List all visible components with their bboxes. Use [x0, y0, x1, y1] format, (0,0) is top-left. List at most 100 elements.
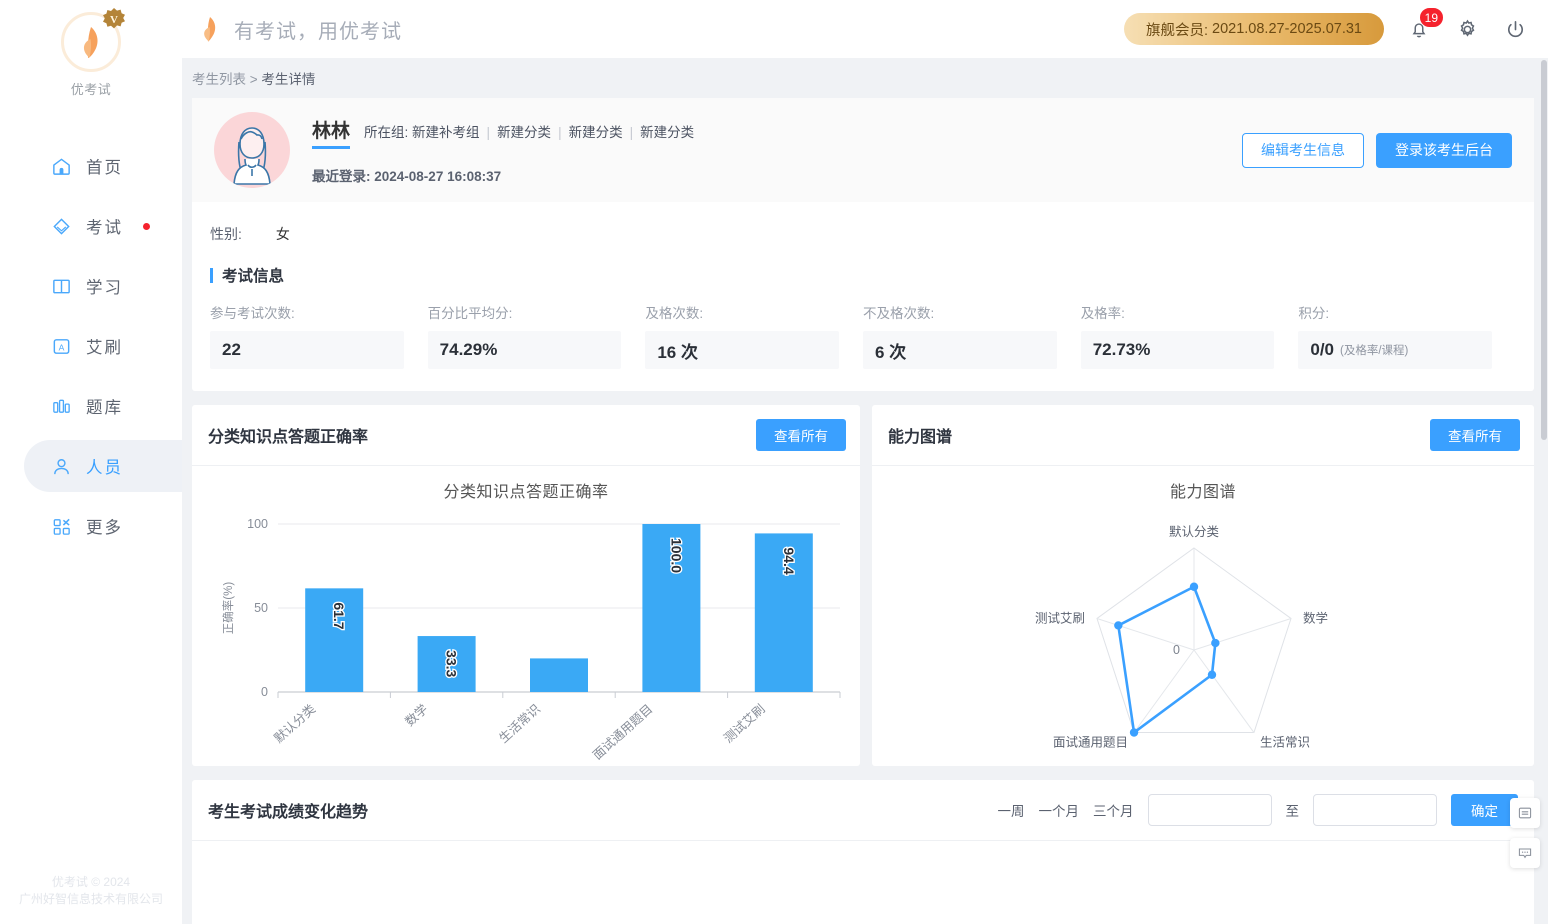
group-3: 新建分类: [640, 124, 695, 140]
end-date-input[interactable]: [1313, 794, 1437, 826]
stat-value: 0/0: [1310, 340, 1334, 359]
scrollbar-thumb[interactable]: [1541, 60, 1547, 440]
stat-label: 积分:: [1298, 306, 1330, 321]
group-sep: |: [629, 124, 634, 140]
sidebar-item-home[interactable]: 首页: [0, 140, 182, 192]
stat-item: 不及格次数: 6 次: [863, 302, 1081, 369]
last-login-row: 最近登录: 2024-08-27 16:08:37: [312, 165, 694, 185]
logo-name: 优考试: [70, 82, 112, 97]
sidebar-item-label: 人员: [86, 459, 123, 477]
letter-a-icon: A: [50, 335, 72, 357]
stat-item: 百分比平均分: 74.29%: [427, 302, 646, 369]
start-date-input[interactable]: [1147, 794, 1272, 826]
breadcrumb-parent[interactable]: 考生列表: [192, 72, 246, 87]
top-right-tools: 旗舰会员: 2021.08.27-2025.07.31 19: [1123, 7, 1528, 45]
stat-item: 积分: 0/0 (及格率/课程): [1298, 302, 1516, 369]
chat-bubble-icon[interactable]: [1510, 838, 1540, 868]
gender-row: 性别: 女: [192, 202, 1534, 264]
svg-text:数学: 数学: [1303, 610, 1328, 625]
stat-value: 16 次: [657, 342, 698, 362]
app-logo[interactable]: V 优考试: [61, 8, 125, 98]
svg-text:默认分类: 默认分类: [271, 701, 319, 746]
breadcrumb: 考生列表 > 考生详情: [182, 58, 1548, 98]
trend-header: 考生考试成绩变化趋势 一周 一个月 三个月 至 确定: [192, 780, 1534, 841]
group-sep: |: [486, 124, 491, 140]
vip-membership-badge[interactable]: 旗舰会员: 2021.08.27-2025.07.31: [1123, 13, 1384, 45]
stat-value-box: 6 次: [863, 331, 1057, 369]
gender-label: 性别:: [210, 226, 242, 242]
svg-text:0: 0: [1173, 643, 1180, 657]
svg-text:61.7: 61.7: [331, 602, 347, 629]
exam-icon: [50, 215, 72, 237]
svg-text:94.4: 94.4: [781, 547, 797, 574]
login-as-student-button[interactable]: 登录该考生后台: [1376, 132, 1512, 168]
list-panel-icon[interactable]: [1510, 798, 1540, 828]
copyright-line-1: 优考试 © 2024: [51, 875, 131, 889]
svg-text:33.3: 33.3: [444, 650, 460, 677]
svg-text:面试通用题目: 面试通用题目: [1053, 735, 1128, 750]
sidebar-item-people[interactable]: 人员: [24, 440, 182, 492]
stat-value-box: 16 次: [645, 331, 840, 369]
confirm-button[interactable]: 确定: [1451, 794, 1518, 826]
student-detail-card: 林林 所在组: 新建补考组 | 新建分类 | 新建分类 | 新建分类 最近登录: 2024-…: [192, 98, 1534, 391]
group-1: 新建分类: [497, 124, 552, 140]
date-range-separator: 至: [1285, 804, 1300, 819]
vip-badge-icon: V: [101, 7, 127, 33]
bar-chart-title: 分类知识点答题正确率: [443, 484, 609, 501]
power-icon[interactable]: [1502, 16, 1528, 42]
stat-label: 百分比平均分:: [427, 306, 513, 321]
range-three-months[interactable]: 三个月: [1093, 800, 1134, 820]
score-trend-card: 考生考试成绩变化趋势 一周 一个月 三个月 至 确定: [192, 780, 1534, 924]
sidebar-item-label: 更多: [86, 519, 123, 537]
sidebar-nav: 首页 考试 学习 A 艾刷 题库 人员 更多: [0, 140, 182, 560]
bar-chart-body: 分类知识点答题正确率 0 50 100 正确率(%) 61.7 默认分类 33.3 数学 生活常…: [192, 466, 860, 766]
radar-view-all-button[interactable]: 查看所有: [1430, 419, 1520, 451]
group-sep: |: [558, 124, 562, 140]
svg-text:正确率(%): 正确率(%): [221, 582, 235, 635]
bell-icon[interactable]: 19: [1406, 7, 1444, 42]
sidebar-item-exam[interactable]: 考试: [0, 200, 182, 252]
stat-value-box: 72.73%: [1080, 331, 1275, 369]
stat-value: 22: [222, 340, 241, 359]
knowledge-accuracy-card: 分类知识点答题正确率 查看所有 分类知识点答题正确率 0 50 100 正确率(%) 6…: [192, 405, 860, 766]
sidebar-item-aishua[interactable]: A 艾刷: [0, 320, 182, 372]
stat-item: 参与考试次数: 22: [210, 302, 428, 369]
sidebar-item-study[interactable]: 学习: [0, 260, 182, 312]
svg-text:数学: 数学: [402, 701, 431, 729]
svg-text:100: 100: [247, 517, 268, 531]
copyright-line-2: 广州好智信息技术有限公司: [18, 892, 163, 906]
range-one-week[interactable]: 一周: [998, 800, 1025, 820]
svg-text:测试艾刷: 测试艾刷: [721, 701, 768, 746]
profile-header: 林林 所在组: 新建补考组 | 新建分类 | 新建分类 | 新建分类 最近登录: 2024-…: [192, 98, 1534, 202]
sidebar-item-label: 首页: [86, 159, 123, 177]
edit-student-button[interactable]: 编辑考生信息: [1242, 132, 1364, 168]
logo-circle: V: [61, 8, 125, 72]
radar-chart-svg: 0 默认分类数学生活常识 面试通用题目 测试艾刷: [1035, 524, 1328, 750]
home-icon: [50, 155, 72, 177]
stat-item: 及格次数: 16 次: [645, 302, 863, 369]
section-accent-bar: [210, 267, 213, 283]
stat-value: 74.29%: [439, 340, 498, 359]
floating-tools: [1510, 798, 1540, 868]
gear-icon[interactable]: [1454, 16, 1480, 42]
sidebar-item-label: 题库: [86, 399, 123, 417]
sidebar-item-label: 学习: [86, 279, 123, 297]
exam-new-dot: [143, 222, 150, 230]
stat-value-sub: (及格率/课程): [1340, 345, 1409, 357]
last-login-value: 2024-08-27 16:08:37: [374, 168, 502, 184]
name-row: 林林 所在组: 新建补考组 | 新建分类 | 新建分类 | 新建分类: [312, 116, 694, 149]
group-info: 所在组: 新建补考组 | 新建分类 | 新建分类 | 新建分类: [364, 121, 694, 141]
radar-card-title: 能力图谱: [888, 429, 953, 446]
svg-text:默认分类: 默认分类: [1169, 524, 1220, 539]
bar-view-all-button[interactable]: 查看所有: [756, 419, 846, 451]
sidebar-item-more[interactable]: 更多: [0, 500, 182, 552]
user-icon: [50, 455, 72, 477]
sidebar-item-questionbank[interactable]: 题库: [0, 380, 182, 432]
sidebar: V 优考试 首页 考试 学习 A 艾刷 题库 人员 更多 优考试 © 2024 …: [0, 0, 182, 924]
trend-toolbar: 一周 一个月 三个月 至 确定: [998, 794, 1518, 826]
content-scroll-area[interactable]: 考生列表 > 考生详情 林林 所在组: 新建补考组 | 新建分类 | 新建分类 …: [182, 58, 1548, 924]
vertical-scrollbar[interactable]: [1540, 60, 1548, 900]
range-one-month[interactable]: 一个月: [1039, 800, 1080, 820]
brand-leaf-icon: [200, 16, 220, 42]
book-icon: [50, 275, 72, 297]
